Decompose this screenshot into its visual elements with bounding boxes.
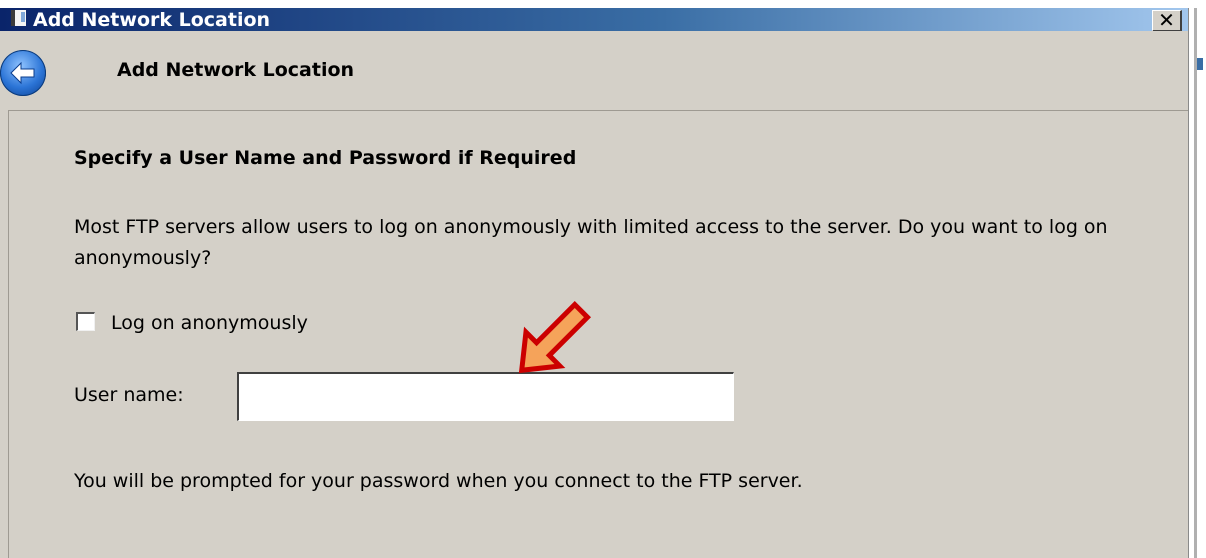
close-icon: ✕ [1158,8,1175,32]
background-window-accent [1197,58,1203,70]
background-window-edge [1188,8,1206,558]
back-button[interactable] [0,50,46,96]
window-app-icon [11,10,26,26]
add-network-location-dialog: Add Network Location ✕ Add Network Locat… [0,0,1206,558]
user-name-input[interactable] [237,372,734,421]
page-description: Most FTP servers allow users to log on a… [74,216,1108,269]
log-on-anonymously-label[interactable]: Log on anonymously [111,312,308,334]
wizard-title: Add Network Location [117,59,355,81]
user-name-label: User name: [74,384,184,406]
password-note: You will be prompted for your password w… [74,470,803,492]
orange-arrow-pointer-icon [518,300,592,374]
close-button[interactable]: ✕ [1152,10,1182,32]
log-on-anonymously-checkbox[interactable] [76,312,95,331]
page-heading: Specify a User Name and Password if Requ… [74,147,577,169]
screen-edge [0,0,1206,8]
back-arrow-icon [10,61,35,85]
window-title: Add Network Location [33,9,271,31]
